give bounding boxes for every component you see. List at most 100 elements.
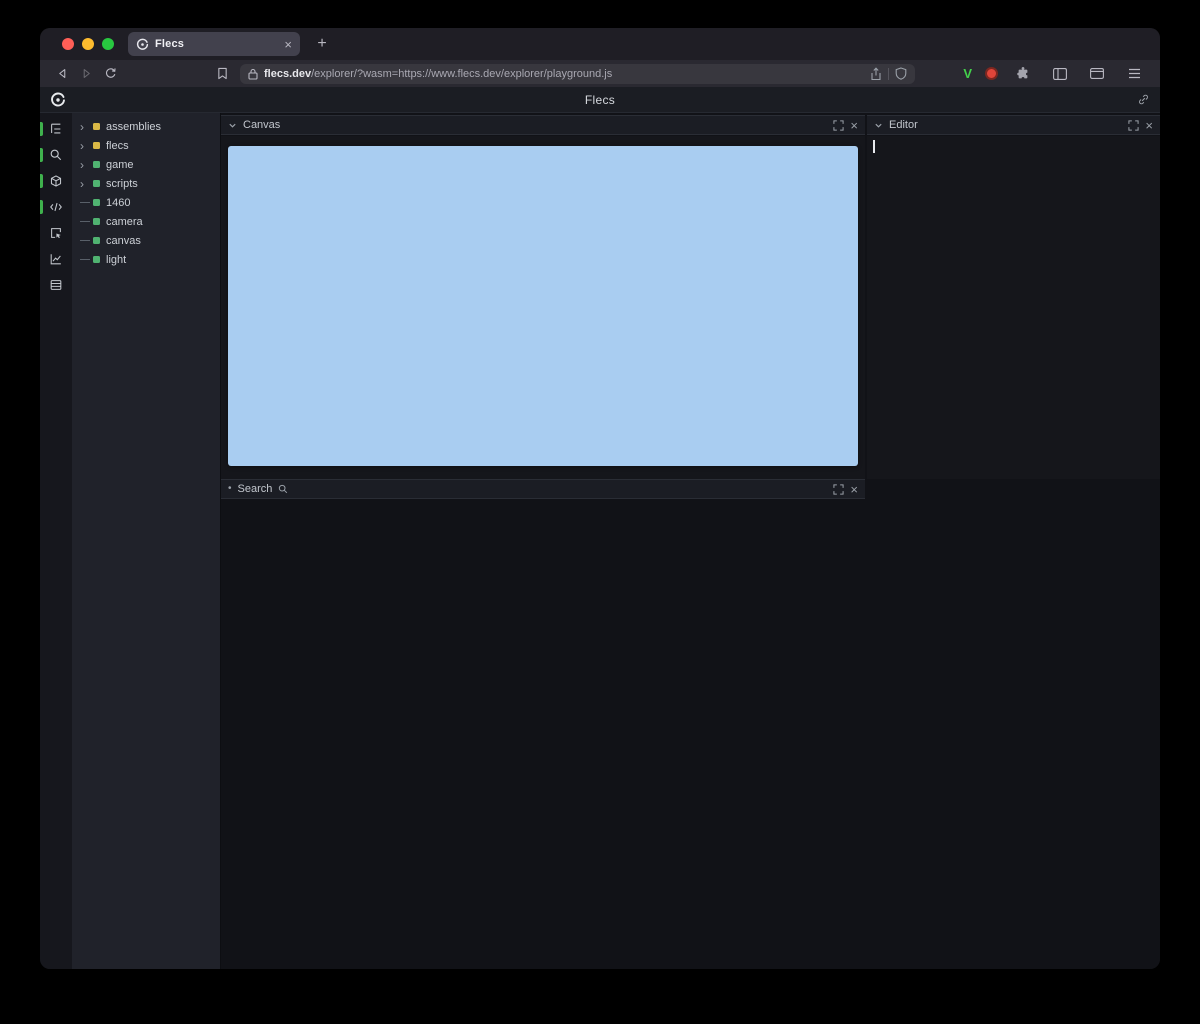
share-icon[interactable]: [870, 67, 882, 81]
rail-item-data[interactable]: [40, 272, 72, 298]
expand-chevron-icon[interactable]: ›: [80, 140, 93, 152]
browser-tab[interactable]: Flecs ×: [128, 32, 300, 56]
collapsed-bullet-icon[interactable]: •: [228, 484, 232, 494]
expand-chevron-icon[interactable]: ›: [80, 178, 93, 190]
tree-branch-line: [80, 221, 93, 222]
chevron-down-icon[interactable]: [874, 121, 883, 130]
tree-item-label: light: [106, 254, 126, 266]
tree-branch-line: [80, 202, 93, 203]
url-host: flecs.dev: [264, 68, 311, 80]
editor-panel-title: Editor: [889, 119, 918, 131]
expand-chevron-icon[interactable]: ›: [80, 159, 93, 171]
code-editor-area[interactable]: [867, 136, 1160, 479]
adblock-extension-icon[interactable]: [985, 67, 998, 80]
lock-icon: [248, 68, 258, 80]
entity-color-swatch: [93, 161, 100, 168]
extension-cluster: V: [963, 63, 1150, 85]
tree-item[interactable]: › flecs: [72, 136, 220, 155]
tree-item[interactable]: 1460: [72, 193, 220, 212]
tree-item[interactable]: › game: [72, 155, 220, 174]
close-window-button[interactable]: [62, 38, 74, 50]
app-header: Flecs: [40, 87, 1160, 113]
page-title: Flecs: [40, 93, 1160, 107]
text-caret: [873, 140, 875, 153]
rail-item-stats[interactable]: [40, 246, 72, 272]
share-link-icon[interactable]: [1137, 93, 1150, 106]
zoom-window-button[interactable]: [102, 38, 114, 50]
address-bar[interactable]: flecs.dev/explorer/?wasm=https://www.fle…: [240, 64, 915, 84]
tree-item[interactable]: canvas: [72, 231, 220, 250]
expand-chevron-icon[interactable]: ›: [80, 121, 93, 133]
close-icon[interactable]: ×: [850, 483, 858, 496]
vimium-extension-icon[interactable]: V: [963, 66, 972, 81]
entity-color-swatch: [93, 218, 100, 225]
chevron-down-icon[interactable]: [228, 121, 237, 130]
sidebar-toggle-icon[interactable]: [1048, 63, 1072, 85]
entity-color-swatch: [93, 142, 100, 149]
tree-item-label: camera: [106, 216, 143, 228]
active-indicator: [40, 200, 43, 214]
flecs-favicon-icon: [136, 38, 149, 51]
search-icon: [278, 484, 288, 494]
rail-item-code[interactable]: [40, 194, 72, 220]
entity-color-swatch: [93, 180, 100, 187]
inspect-cursor-icon: [49, 226, 63, 240]
app-body: › assemblies › flecs › game › sc: [40, 113, 1160, 969]
search-icon: [49, 148, 63, 162]
entity-color-swatch: [93, 199, 100, 206]
shield-icon[interactable]: [895, 67, 907, 80]
code-icon: [49, 200, 63, 214]
tree-item-label: game: [106, 159, 134, 171]
tree-item-label: flecs: [106, 140, 129, 152]
urlbar-divider: [888, 68, 889, 80]
tree-item-label: canvas: [106, 235, 141, 247]
expand-icon[interactable]: [1128, 120, 1139, 131]
table-rows-icon: [49, 278, 63, 292]
tree-branch-line: [80, 240, 93, 241]
tab-title: Flecs: [155, 38, 278, 50]
editor-panel-header[interactable]: Editor ×: [867, 115, 1160, 135]
entity-color-swatch: [93, 237, 100, 244]
tree-item[interactable]: › assemblies: [72, 117, 220, 136]
rail-item-assets[interactable]: [40, 168, 72, 194]
canvas-panel-header[interactable]: Canvas ×: [221, 115, 865, 135]
new-tab-button[interactable]: +: [310, 35, 334, 53]
back-button[interactable]: [50, 63, 74, 85]
url-path: /explorer/?wasm=https://www.flecs.dev/ex…: [311, 68, 612, 80]
search-panel-title: Search: [238, 483, 273, 495]
tree-item-label: scripts: [106, 178, 138, 190]
expand-icon[interactable]: [833, 120, 844, 131]
expand-icon[interactable]: [833, 484, 844, 495]
search-panel-header[interactable]: • Search ×: [221, 479, 865, 499]
close-icon[interactable]: ×: [850, 119, 858, 132]
tree-item-label: assemblies: [106, 121, 161, 133]
desktop: Flecs × + flecs.dev/: [0, 0, 1200, 1024]
entity-tree-panel: › assemblies › flecs › game › sc: [72, 113, 221, 969]
canvas-panel-body: [221, 136, 865, 479]
tree-item[interactable]: light: [72, 250, 220, 269]
browser-window: Flecs × + flecs.dev/: [40, 28, 1160, 969]
active-indicator: [40, 122, 43, 136]
menu-hamburger-icon[interactable]: [1122, 63, 1146, 85]
webgl-canvas[interactable]: [228, 146, 858, 466]
browser-toolbar: flecs.dev/explorer/?wasm=https://www.fle…: [40, 60, 1160, 87]
tab-close-icon[interactable]: ×: [284, 38, 292, 51]
extensions-puzzle-icon[interactable]: [1011, 63, 1035, 85]
wallet-card-icon[interactable]: [1085, 63, 1109, 85]
flecs-logo-icon[interactable]: [50, 92, 66, 108]
close-icon[interactable]: ×: [1145, 119, 1153, 132]
rail-item-inspect[interactable]: [40, 220, 72, 246]
tree-item[interactable]: camera: [72, 212, 220, 231]
rail-item-query[interactable]: [40, 142, 72, 168]
tab-bar: Flecs × +: [40, 28, 1160, 60]
entity-color-swatch: [93, 123, 100, 130]
active-indicator: [40, 174, 43, 188]
forward-button[interactable]: [74, 63, 98, 85]
reload-button[interactable]: [98, 63, 122, 85]
rail-item-entity-tree[interactable]: [40, 116, 72, 142]
minimize-window-button[interactable]: [82, 38, 94, 50]
bookmark-icon[interactable]: [210, 63, 234, 85]
tree-item[interactable]: › scripts: [72, 174, 220, 193]
tree-item-label: 1460: [106, 197, 130, 209]
cube-icon: [49, 174, 63, 188]
